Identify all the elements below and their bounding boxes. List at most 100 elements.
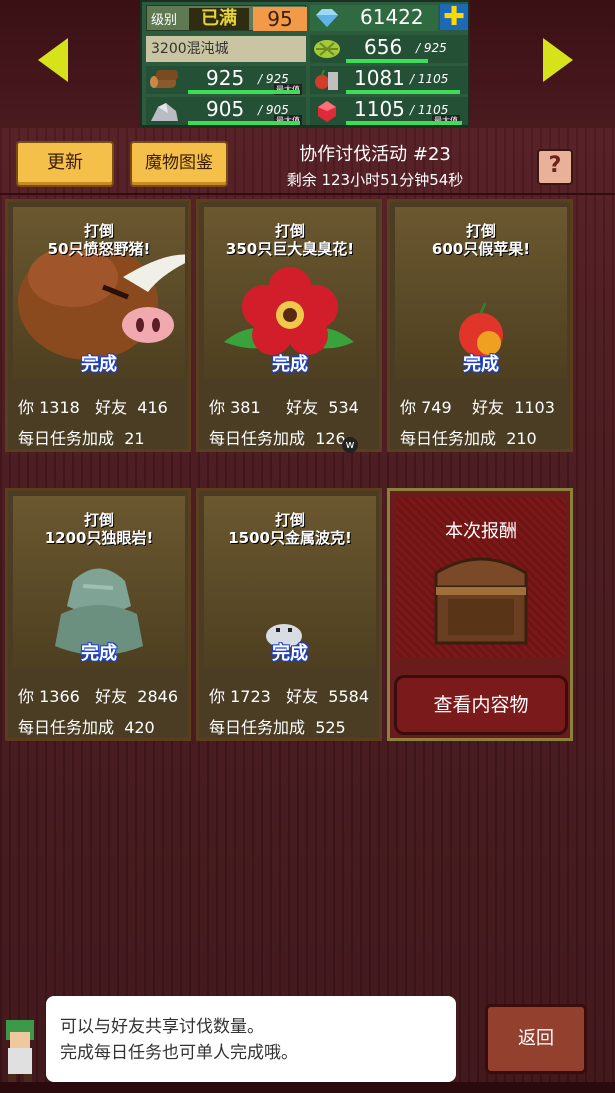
- card-goal-line1: 打倒: [274, 511, 305, 529]
- food-icon: [315, 69, 338, 90]
- card-goal-line2: 1200只独眼岩!: [44, 529, 154, 547]
- resource-row-ruby: 1105 / 1105 最大值: [310, 97, 468, 126]
- card-you-count: 381: [230, 398, 261, 417]
- resource-row-wood: 925 / 925 最大值: [146, 66, 306, 95]
- ore-value: 905: [206, 97, 245, 121]
- card-daily-label: 每日任务加成: [209, 718, 306, 737]
- card-goal: 打倒 50只愤怒野猪!: [13, 222, 185, 258]
- card-you-label: 你: [209, 398, 226, 417]
- divider: [0, 193, 615, 195]
- card-friend-count: 2846: [137, 687, 178, 706]
- bottom-strip: [0, 1082, 615, 1093]
- grass-icon: [314, 40, 340, 58]
- card-friend-count: 416: [137, 398, 168, 417]
- card-goal-line1: 打倒: [274, 222, 305, 240]
- grass-value: 656: [364, 35, 403, 59]
- card-daily-count: 525: [315, 718, 346, 737]
- wood-value: 925: [206, 66, 245, 90]
- card-daily-count: 420: [124, 718, 155, 737]
- advisor-message: 可以与好友共享讨伐数量。 完成每日任务也可单人完成哦。: [46, 996, 456, 1082]
- card-status: 完成: [81, 643, 117, 664]
- gem-row: 61422: [310, 5, 438, 31]
- help-button[interactable]: ?: [537, 149, 573, 185]
- card-goal: 打倒 1200只独眼岩!: [13, 511, 185, 547]
- card-you-count: 749: [421, 398, 452, 417]
- ruby-value: 1105: [354, 97, 405, 121]
- resource-row-grass: 656 / 925: [310, 35, 468, 63]
- quest-card-rock[interactable]: 打倒 1200只独眼岩! 完成 你 1366 好友 2846 每日任务加成 42…: [5, 488, 191, 741]
- card-goal: 打倒 1500只金属波克!: [204, 511, 376, 547]
- card-goal-line1: 打倒: [465, 222, 496, 240]
- next-arrow-icon[interactable]: [543, 38, 573, 82]
- ore-icon: [151, 103, 178, 121]
- wood-icon: [150, 70, 178, 88]
- card-you-count: 1318: [39, 398, 80, 417]
- gem-value: 61422: [360, 5, 424, 29]
- card-you-count: 1366: [39, 687, 80, 706]
- card-goal-line2: 600只假苹果!: [431, 240, 531, 258]
- view-contents-button[interactable]: 查看内容物: [394, 675, 568, 735]
- card-daily-label: 每日任务加成: [18, 429, 115, 448]
- card-goal: 打倒 350只巨大臭臭花!: [204, 222, 376, 258]
- add-gems-button[interactable]: ✚: [440, 4, 468, 30]
- town-name: 3200混沌城: [146, 36, 306, 62]
- card-status: 完成: [463, 354, 499, 375]
- level-max-badge: 已满: [189, 8, 249, 30]
- resource-row-ore: 905 / 905 最大值: [146, 97, 306, 126]
- card-you-label: 你: [209, 687, 226, 706]
- event-timer: 剩余 123小时51分钟54秒: [286, 171, 464, 189]
- refresh-button[interactable]: 更新: [16, 141, 114, 187]
- quest-card-apple[interactable]: 打倒 600只假苹果! 完成 你 749 好友 1103 每日任务加成 210: [387, 199, 573, 452]
- card-status: 完成: [272, 643, 308, 664]
- level-box: 级别 已满 95: [146, 5, 307, 31]
- wood-bar: [188, 90, 300, 94]
- card-goal: 打倒 600只假苹果!: [395, 222, 567, 258]
- ruby-bar: [346, 121, 462, 125]
- card-daily-label: 每日任务加成: [18, 718, 115, 737]
- card-goal-line2: 1500只金属波克!: [228, 529, 352, 547]
- advisor-avatar-icon: [6, 1020, 34, 1082]
- card-you-label: 你: [18, 687, 35, 706]
- ore-bar: [188, 121, 300, 125]
- card-friend-label: 好友: [472, 398, 505, 417]
- ruby-icon: [318, 101, 336, 122]
- level-label: 级别: [151, 13, 178, 28]
- card-you-label: 你: [400, 398, 417, 417]
- card-friend-label: 好友: [95, 687, 128, 706]
- card-daily-count: 21: [124, 429, 145, 448]
- card-status: 完成: [272, 354, 308, 375]
- card-daily-label: 每日任务加成: [209, 429, 306, 448]
- treasure-chest-icon: [434, 557, 528, 645]
- card-daily-count: 210: [506, 429, 537, 448]
- reward-title: 本次报酬: [445, 521, 517, 542]
- quest-card-boar[interactable]: 打倒 50只愤怒野猪! 完成 你 1318 好友 416 每日任务加成 21: [5, 199, 191, 452]
- card-you-count: 1723: [230, 687, 271, 706]
- card-status: 完成: [81, 354, 117, 375]
- back-button[interactable]: 返回: [485, 1004, 587, 1074]
- card-friend-label: 好友: [286, 687, 319, 706]
- card-goal-line1: 打倒: [83, 511, 114, 529]
- prev-arrow-icon[interactable]: [38, 38, 68, 82]
- quest-card-flower[interactable]: 打倒 350只巨大臭臭花! 完成 你 381 好友 534 每日任务加成 126: [196, 199, 382, 452]
- diamond-icon: [316, 9, 338, 27]
- food-bar: [346, 90, 460, 94]
- reward-panel: 本次报酬 查看内容物: [387, 488, 573, 741]
- card-daily-label: 每日任务加成: [400, 429, 497, 448]
- grass-max: 925: [423, 41, 447, 55]
- status-panel: 级别 已满 95 3200混沌城 925 / 925 最大值 905 / 905…: [140, 0, 470, 127]
- resource-row-food: 1081 / 1105: [310, 66, 468, 94]
- quest-card-metal-slime[interactable]: 打倒 1500只金属波克! 完成 你 1723 好友 5584 每日任务加成 5…: [196, 488, 382, 741]
- card-friend-label: 好友: [286, 398, 319, 417]
- card-friend-count: 1103: [514, 398, 555, 417]
- card-goal-line2: 50只愤怒野猪!: [47, 240, 151, 258]
- bestiary-button[interactable]: 魔物图鉴: [130, 141, 228, 187]
- event-title: 协作讨伐活动 #23: [299, 144, 451, 165]
- food-max: 1105: [417, 72, 449, 86]
- card-goal-line1: 打倒: [83, 222, 114, 240]
- cursor-marker-icon: w: [342, 437, 358, 453]
- card-friend-count: 5584: [328, 687, 369, 706]
- card-goal-line2: 350只巨大臭臭花!: [225, 240, 355, 258]
- food-value: 1081: [354, 66, 405, 90]
- card-friend-label: 好友: [95, 398, 128, 417]
- advisor-message-line1: 可以与好友共享讨伐数量。: [60, 1017, 264, 1037]
